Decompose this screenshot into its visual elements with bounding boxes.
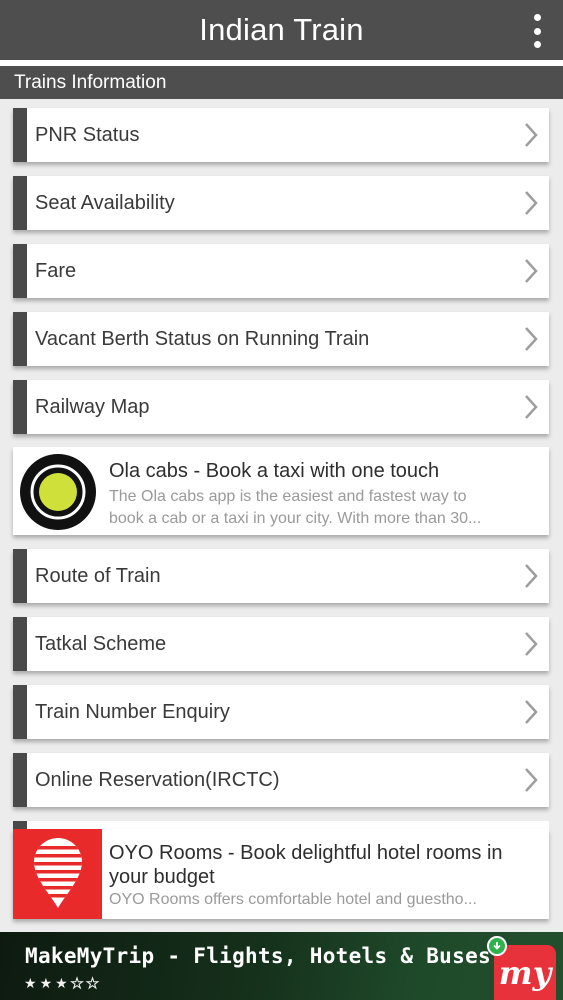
ad-title: Ola cabs - Book a taxi with one touch [109,460,440,482]
menu-item-label: Fare [35,259,77,282]
app-title: Indian Train [199,12,364,47]
menu-item-pnr-status[interactable]: PNR Status [13,108,549,162]
chevron-right-icon [519,256,543,286]
ola-ad-card[interactable]: Ola cabs - Book a taxi with one touch Th… [13,447,549,535]
ad-description: book a cab or a taxi in your city. With … [109,510,482,527]
star-empty-icon: ★ [86,975,100,991]
chevron-right-icon [519,765,543,795]
menu-item-label: Route of Train [35,564,161,587]
chevron-right-icon [519,324,543,354]
chevron-right-icon [519,120,543,150]
makemytrip-banner-ad[interactable]: MakeMyTrip - Flights, Hotels & Buses ★ ★… [0,932,563,1000]
menu-item-train-number-enquiry[interactable]: Train Number Enquiry [13,685,549,739]
chevron-right-icon [519,697,543,727]
chevron-right-icon [519,392,543,422]
ola-logo-icon [19,453,97,531]
kebab-menu-icon[interactable] [529,14,545,48]
menu-item-label: Online Reservation(IRCTC) [35,768,280,791]
section-title: Trains Information [14,71,167,93]
chevron-right-icon [519,188,543,218]
oyo-ad-card[interactable]: OYO Rooms - Book delightful hotel rooms … [13,829,549,919]
star-filled-icon: ★ [55,975,68,991]
menu-item-railway-map[interactable]: Railway Map [13,380,549,434]
menu-item-label: Railway Map [35,395,150,418]
ad-description: The Ola cabs app is the easiest and fast… [109,488,467,505]
menu-item-vacant-berth[interactable]: Vacant Berth Status on Running Train [13,312,549,366]
menu-item-label: Seat Availability [35,191,175,214]
ad-description: OYO Rooms offers comfortable hotel and g… [109,891,477,908]
menu-item-route-of-train[interactable]: Route of Train [13,549,549,603]
star-empty-icon: ★ [70,975,84,991]
oyo-logo-icon [13,829,102,919]
banner-title: MakeMyTrip - Flights, Hotels & Buses [25,944,491,968]
mmt-logo-text: my [498,953,552,992]
menu-item-label: Train Number Enquiry [35,700,230,723]
menu-item-seat-availability[interactable]: Seat Availability [13,176,549,230]
menu-item-tatkal-scheme[interactable]: Tatkal Scheme [13,617,549,671]
app-bar: Indian Train [0,0,563,60]
chevron-right-icon [519,629,543,659]
menu-item-fare[interactable]: Fare [13,244,549,298]
menu-item-label: Vacant Berth Status on Running Train [35,327,370,350]
section-header: Trains Information [0,66,563,99]
menu-item-label: Tatkal Scheme [35,632,167,655]
download-badge-icon[interactable] [487,936,507,956]
star-filled-icon: ★ [24,975,37,991]
menu-item-online-reservation[interactable]: Online Reservation(IRCTC) [13,753,549,807]
star-filled-icon: ★ [39,975,53,991]
rating-stars: ★ ★ ★ ★ ★ [24,975,100,991]
menu-item-label: PNR Status [35,123,140,146]
chevron-right-icon [519,561,543,591]
ad-title: OYO Rooms - Book delightful hotel rooms … [109,842,503,888]
